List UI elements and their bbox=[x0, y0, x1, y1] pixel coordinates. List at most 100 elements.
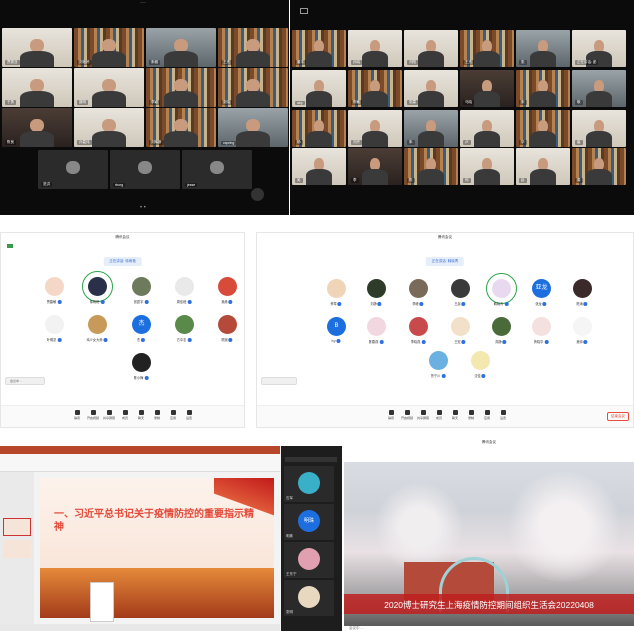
participant-avatar[interactable] bbox=[132, 277, 151, 296]
participant-avatar[interactable] bbox=[218, 277, 237, 296]
side-video-tile[interactable]: 明珠 明珠 bbox=[284, 504, 334, 540]
exit-fullscreen-icon[interactable] bbox=[300, 8, 308, 14]
side-video-tile[interactable]: 王东宁 bbox=[284, 542, 334, 578]
video-tile[interactable]: 华 bbox=[516, 110, 570, 147]
video-tile[interactable]: 刘卉 bbox=[348, 110, 402, 147]
participant-face bbox=[138, 160, 152, 175]
video-tile[interactable]: 马晓 bbox=[460, 70, 514, 107]
toolbar-button[interactable]: 成员 bbox=[433, 410, 445, 420]
participant-avatar[interactable] bbox=[45, 315, 64, 334]
video-tile[interactable]: 陈 bbox=[404, 148, 458, 185]
participant-avatar[interactable] bbox=[175, 277, 194, 296]
toolbar-button[interactable]: 开启视频 bbox=[87, 410, 99, 420]
toolbar-button[interactable]: 应用 bbox=[167, 410, 179, 420]
video-tile[interactable]: 崔 bbox=[572, 110, 626, 147]
slide-canvas: 一、习近平总书记关于疫情防控的重要指示精神 bbox=[40, 478, 274, 618]
video-tile[interactable]: 李 bbox=[348, 148, 402, 185]
video-tile[interactable]: cspring bbox=[218, 108, 288, 147]
toolbar-button[interactable]: 聊天 bbox=[135, 410, 147, 420]
video-tile[interactable]: aby bbox=[292, 70, 346, 107]
video-tile[interactable]: 杨 bbox=[292, 110, 346, 147]
chat-popup[interactable] bbox=[90, 582, 114, 622]
toolbar-button[interactable]: 开启视频 bbox=[401, 410, 413, 420]
video-tile[interactable]: 张晓 bbox=[218, 68, 288, 107]
participant-avatar[interactable] bbox=[492, 317, 511, 336]
video-tile[interactable]: 朱 bbox=[404, 110, 458, 147]
video-tile[interactable]: 陈敏 bbox=[348, 70, 402, 107]
side-video-tile[interactable]: 石军 bbox=[284, 466, 334, 502]
video-tile[interactable]: 朱雅 bbox=[146, 28, 216, 67]
video-tile[interactable]: 王杰 bbox=[218, 28, 288, 67]
mic-icon bbox=[504, 302, 509, 307]
video-tile[interactable]: 周 bbox=[572, 148, 626, 185]
participant-avatar[interactable] bbox=[429, 351, 448, 370]
video-tile[interactable]: 刘辉斯 bbox=[146, 108, 216, 147]
video-tile[interactable]: 于勇 bbox=[2, 68, 72, 107]
participant-name: 曹婕敏 bbox=[47, 299, 62, 305]
toolbar-button[interactable]: 设置 bbox=[497, 410, 509, 420]
video-tile[interactable]: 范洪 bbox=[38, 150, 108, 189]
video-tile[interactable]: 孙晓 bbox=[348, 30, 402, 67]
participant-avatar[interactable] bbox=[451, 317, 470, 336]
toolbar-icon bbox=[122, 410, 128, 415]
toolbar-button[interactable]: 静音 bbox=[385, 410, 397, 420]
participant-avatar[interactable] bbox=[367, 279, 386, 298]
toolbar-button[interactable]: 成员 bbox=[119, 410, 131, 420]
video-tile[interactable]: 宋 bbox=[516, 70, 570, 107]
participant-avatar[interactable] bbox=[175, 315, 194, 334]
participant-avatar[interactable] bbox=[573, 279, 592, 298]
video-tile[interactable]: 聂明 bbox=[74, 68, 144, 107]
participant-avatar[interactable] bbox=[367, 317, 386, 336]
mic-icon[interactable] bbox=[251, 188, 264, 201]
video-tile[interactable]: 吴 bbox=[292, 148, 346, 185]
video-tile[interactable]: 赵 bbox=[516, 148, 570, 185]
video-tile[interactable]: 何 bbox=[460, 148, 514, 185]
slide-thumbnails[interactable] bbox=[0, 472, 34, 624]
participant-avatar[interactable] bbox=[486, 273, 517, 304]
video-tile[interactable]: rborg bbox=[110, 150, 180, 189]
side-video-tile[interactable]: 张明 bbox=[284, 580, 334, 616]
participant-avatar[interactable] bbox=[218, 315, 237, 334]
participant-avatar[interactable] bbox=[532, 317, 551, 336]
participant-name: 卢 bbox=[463, 140, 471, 145]
participant-avatar[interactable]: B bbox=[327, 317, 346, 336]
video-tile[interactable]: 张霖 bbox=[404, 70, 458, 107]
participant-avatar[interactable]: 杰 bbox=[132, 315, 151, 334]
video-tile[interactable]: 刘阳 bbox=[404, 30, 458, 67]
toolbar-button[interactable]: 聊天 bbox=[449, 410, 461, 420]
video-tile[interactable]: 卢 bbox=[460, 110, 514, 147]
video-tile[interactable]: 刘艳婷 bbox=[74, 28, 144, 67]
participant-avatar[interactable] bbox=[409, 317, 428, 336]
participant-avatar[interactable] bbox=[82, 271, 113, 302]
toolbar-button[interactable]: 应用 bbox=[481, 410, 493, 420]
participant-avatar[interactable] bbox=[471, 351, 490, 370]
leave-meeting-button[interactable]: 结束会议 bbox=[607, 412, 629, 421]
participant-avatar[interactable] bbox=[451, 279, 470, 298]
participant-name: 王杰 bbox=[221, 60, 232, 65]
participant-body bbox=[418, 131, 444, 147]
toolbar-button[interactable]: 录制 bbox=[465, 410, 477, 420]
participant-avatar[interactable] bbox=[132, 353, 151, 372]
participant-avatar[interactable] bbox=[573, 317, 592, 336]
toolbar-button[interactable]: 静音 bbox=[71, 410, 83, 420]
video-tile[interactable]: 董平 bbox=[292, 30, 346, 67]
video-tile[interactable]: 陈良 bbox=[2, 108, 72, 147]
video-tile[interactable]: 正在讲话: 彭 bbox=[572, 30, 626, 67]
window-menu-dots[interactable]: ··· bbox=[140, 0, 146, 6]
participant-avatar[interactable] bbox=[45, 277, 64, 296]
participant-avatar[interactable] bbox=[88, 315, 107, 334]
toolbar-button[interactable]: 共享屏幕 bbox=[417, 410, 429, 420]
video-tile[interactable]: 孙嘉伟 bbox=[74, 108, 144, 147]
video-tile[interactable]: 王杰 bbox=[460, 30, 514, 67]
toolbar-button[interactable]: 共享屏幕 bbox=[103, 410, 115, 420]
toolbar-button[interactable]: 录制 bbox=[151, 410, 163, 420]
participant-avatar[interactable] bbox=[327, 279, 346, 298]
video-tile[interactable]: 耿 bbox=[572, 70, 626, 107]
video-tile[interactable]: 贾振亚 bbox=[2, 28, 72, 67]
participant-avatar[interactable]: 亚龙 bbox=[532, 279, 551, 298]
video-tile[interactable]: 张 bbox=[516, 30, 570, 67]
video-tile[interactable]: 李颖 bbox=[146, 68, 216, 107]
video-tile[interactable]: jesse bbox=[182, 150, 252, 189]
participant-avatar[interactable] bbox=[409, 279, 428, 298]
toolbar-button[interactable]: 设置 bbox=[183, 410, 195, 420]
